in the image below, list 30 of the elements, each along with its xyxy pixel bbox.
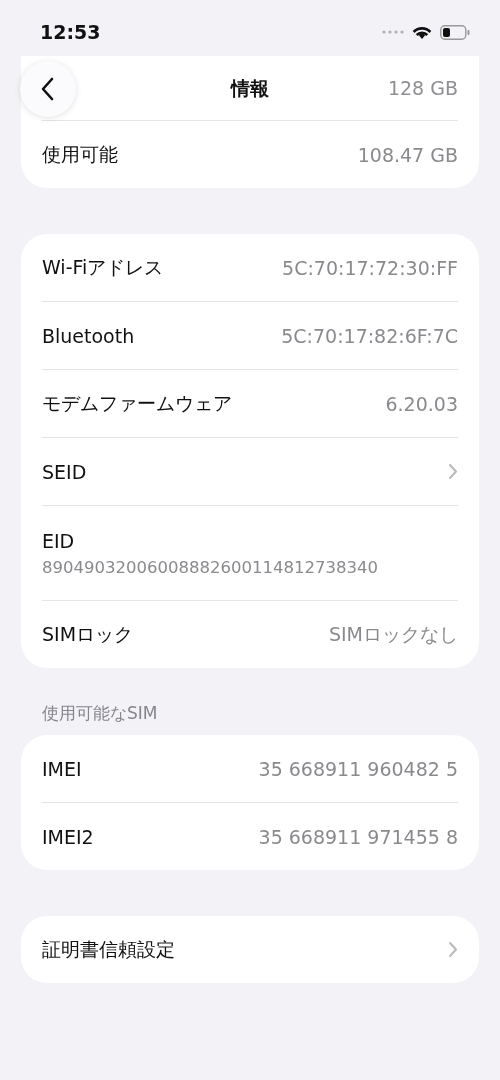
row-value: 35 668911 971455 8 (258, 825, 458, 848)
row-value: 5C:70:17:82:6F:7C (281, 324, 458, 347)
back-icon (41, 77, 55, 101)
chevron-icon (448, 941, 458, 958)
row-label: 証明書信頼設定 (42, 936, 175, 962)
row-label: Wi-Fiアドレス (42, 254, 164, 280)
row-label: SEID (42, 460, 87, 483)
chevron-icon (448, 463, 458, 480)
nav-title: 情報 (231, 76, 269, 101)
row-label: モデムファームウェア (42, 390, 232, 416)
settings-row[interactable]: 証明書信頼設定 (42, 916, 458, 983)
row-label: Bluetooth (42, 324, 135, 347)
row-value: 6.20.03 (385, 392, 458, 415)
row-label: EID (42, 529, 75, 552)
signal-icon (382, 30, 404, 34)
status-time: 12:53 (40, 21, 101, 43)
row-value: 89049032006008882600114812738340 (42, 557, 378, 577)
row-value: 35 668911 960482 5 (258, 757, 458, 780)
row-label: 使用可能 (42, 141, 118, 167)
row-value: 5C:70:17:72:30:FF (282, 256, 458, 279)
row-label: IMEI2 (42, 825, 94, 848)
row-value: SIMロックなし (328, 621, 458, 647)
battery-icon (440, 24, 470, 40)
row-label: SIMロック (42, 621, 134, 647)
row-label: IMEI (42, 757, 82, 780)
row-value: 128 GB (387, 77, 458, 99)
wifi-icon (412, 24, 432, 40)
section-header: 使用可能なSIM (41, 702, 159, 725)
settings-row[interactable]: SEID (42, 437, 458, 505)
row-value: 108.47 GB (357, 143, 458, 166)
